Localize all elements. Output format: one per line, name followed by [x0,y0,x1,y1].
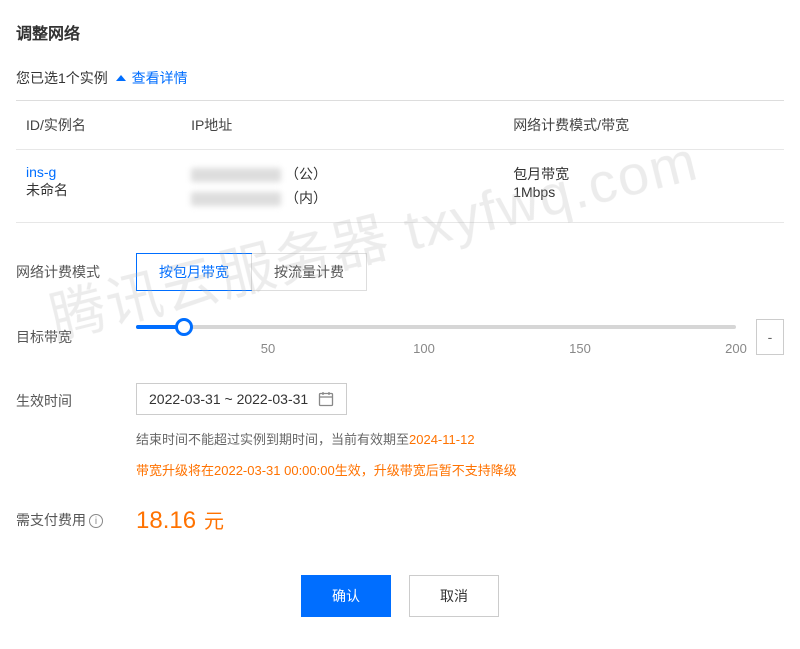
billing-mode-row: 网络计费模式 按包月带宽 按流量计费 [16,253,784,291]
tick-100: 100 [413,341,435,356]
triangle-up-icon [116,75,126,81]
price-value: 18.16 [136,507,196,534]
billing-option-monthly[interactable]: 按包月带宽 [136,253,252,291]
tick-150: 150 [569,341,591,356]
private-ip-blurred [191,192,281,206]
selection-info: 您已选1个实例 查看详情 [16,68,784,88]
billing-mode-value: 包月带宽 [513,164,774,184]
target-bandwidth-row: 目标带宽 50 100 150 200 - [16,317,784,357]
view-details-link[interactable]: 查看详情 [132,70,188,86]
expiry-date: 2024-11-12 [409,432,475,447]
cancel-button[interactable]: 取消 [409,575,499,617]
selection-count: 您已选1个实例 [16,70,108,86]
date-range-value: 2022-03-31 ~ 2022-03-31 [149,391,308,407]
target-bw-label: 目标带宽 [16,327,136,347]
date-range-picker[interactable]: 2022-03-31 ~ 2022-03-31 [136,383,347,415]
bandwidth-decrement[interactable]: - [756,319,784,355]
tick-50: 50 [261,341,275,356]
public-ip-row: （公） [191,164,493,184]
billing-mode-label: 网络计费模式 [16,262,136,282]
tick-200: 200 [725,341,747,356]
billing-option-traffic[interactable]: 按流量计费 [251,254,366,290]
price-unit: 元 [204,511,224,533]
expiry-hint: 结束时间不能超过实例到期时间，当前有效期至2024-11-12 [136,429,784,448]
instance-id[interactable]: ins-g [26,164,171,180]
bandwidth-slider[interactable]: 50 100 150 200 [136,317,736,357]
confirm-button[interactable]: 确认 [301,575,391,617]
effective-time-row: 生效时间 2022-03-31 ~ 2022-03-31 结束时间不能超过实例到… [16,383,784,479]
public-ip-blurred [191,168,281,182]
cost-row: 需支付费用i 18.16 元 [16,505,784,535]
table-row: ins-g 未命名 （公） （内） 包月带宽 1Mbps [16,150,784,223]
instance-name: 未命名 [26,180,171,200]
calendar-icon [318,391,334,407]
effective-time-label: 生效时间 [16,383,136,411]
slider-thumb[interactable] [175,318,193,336]
billing-mode-toggle: 按包月带宽 按流量计费 [136,253,367,291]
header-id: ID/实例名 [16,101,181,150]
bandwidth-value: 1Mbps [513,184,774,200]
info-icon[interactable]: i [89,514,103,528]
instance-table: ID/实例名 IP地址 网络计费模式/带宽 ins-g 未命名 （公） （内） [16,100,784,223]
cost-label: 需支付费用i [16,510,136,530]
public-ip-suffix: （公） [285,166,327,182]
header-ip: IP地址 [181,101,503,150]
header-billing: 网络计费模式/带宽 [503,101,784,150]
upgrade-warning: 带宽升级将在2022-03-31 00:00:00生效，升级带宽后暂不支持降级 [136,460,784,479]
private-ip-suffix: （内） [285,190,327,206]
page-title: 调整网络 [16,20,784,44]
action-buttons: 确认 取消 [16,575,784,617]
private-ip-row: （内） [191,188,493,208]
